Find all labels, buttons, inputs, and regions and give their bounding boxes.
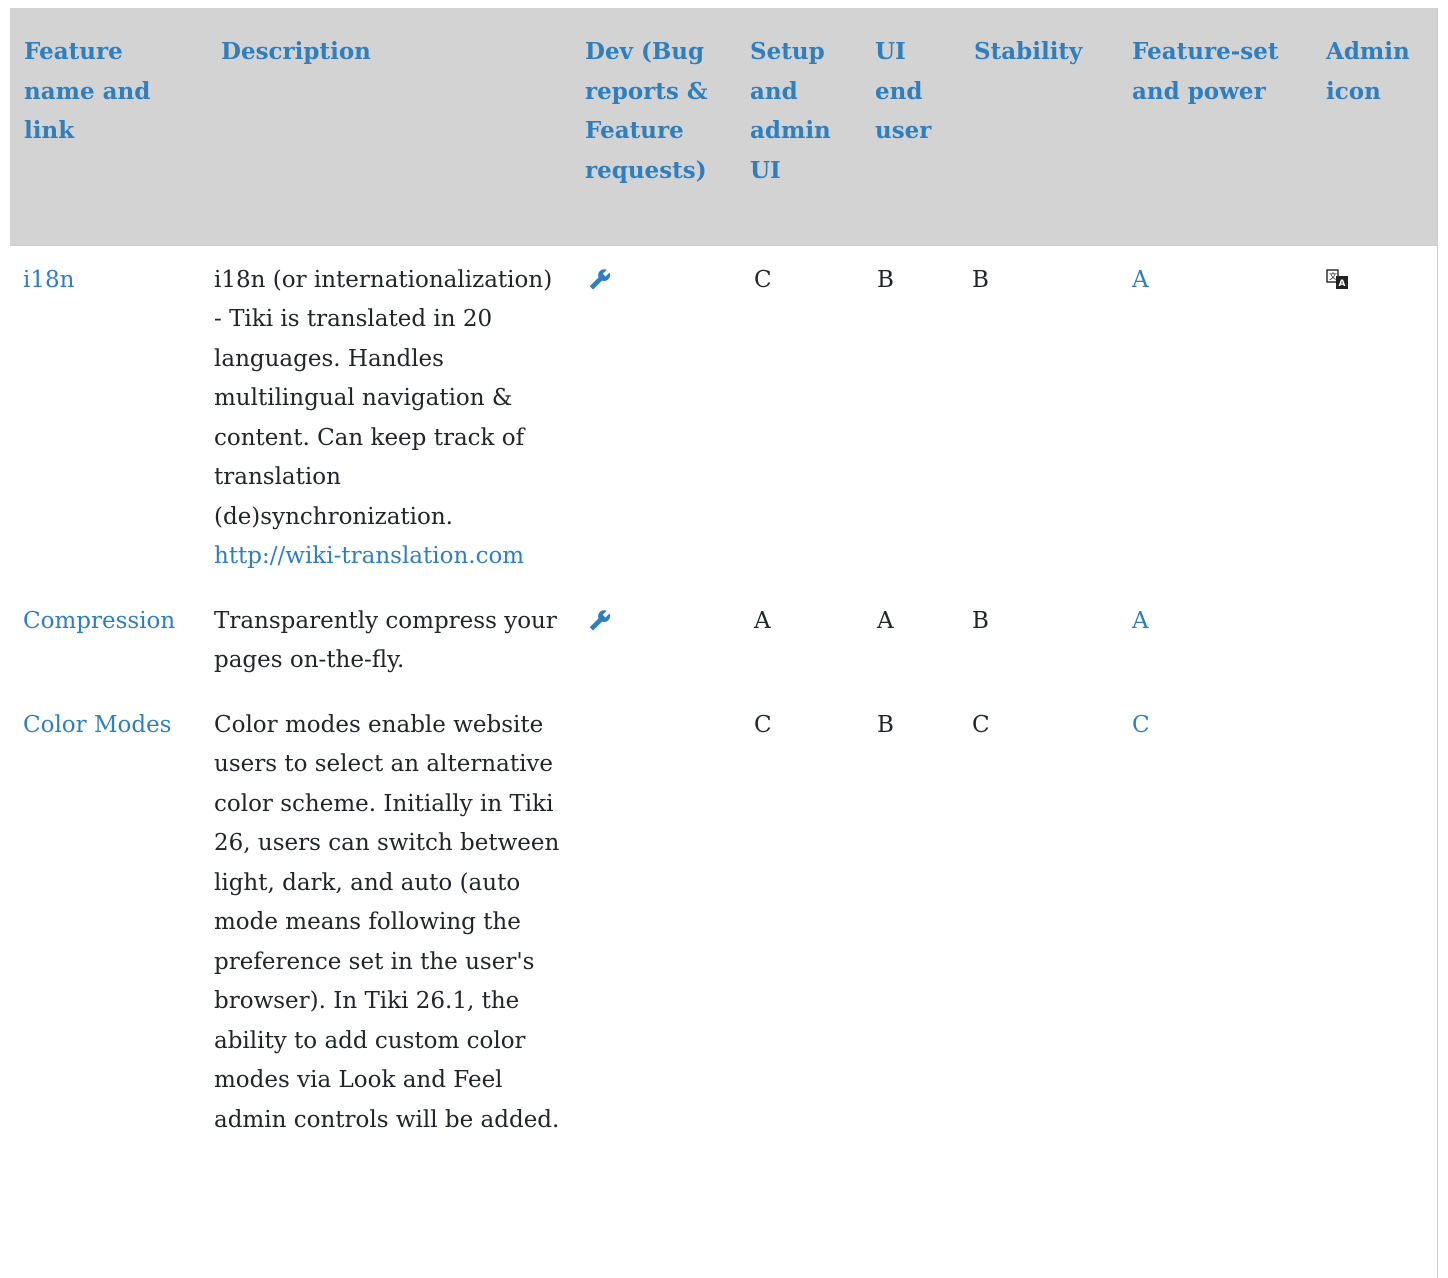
language-icon[interactable]: 文 A bbox=[1326, 268, 1429, 292]
header-stability[interactable]: Stability bbox=[966, 8, 1118, 246]
setup-rating: C bbox=[754, 266, 772, 293]
ui-end-user-rating: B bbox=[877, 266, 894, 293]
table-row: Color Modes Color modes enable website u… bbox=[10, 691, 1437, 1151]
table-row: Compression Transparently compress your … bbox=[10, 587, 1437, 691]
svg-text:A: A bbox=[1339, 279, 1346, 289]
stability-rating: C bbox=[972, 711, 990, 738]
feature-set-rating-link[interactable]: A bbox=[1132, 608, 1149, 634]
admin-icon-cell bbox=[1318, 691, 1437, 1151]
wrench-icon[interactable] bbox=[583, 268, 734, 290]
table-row: i18n i18n (or internationalization) - Ti… bbox=[10, 245, 1437, 587]
header-dev[interactable]: Dev (Bug reports & Feature requests) bbox=[575, 8, 742, 246]
wrench-icon[interactable] bbox=[583, 609, 734, 631]
ui-end-user-rating: A bbox=[877, 607, 894, 634]
header-admin-icon[interactable]: Admin icon bbox=[1318, 8, 1437, 246]
header-setup-admin-ui[interactable]: Setup and admin UI bbox=[742, 8, 867, 246]
ui-end-user-rating: B bbox=[877, 711, 894, 738]
feature-table-container: Feature name and link Description Dev (B… bbox=[10, 8, 1438, 1278]
stability-rating: B bbox=[972, 266, 989, 293]
dev-cell bbox=[575, 691, 742, 1151]
header-ui-end-user[interactable]: UI end user bbox=[867, 8, 966, 246]
setup-rating: A bbox=[754, 607, 771, 634]
feature-link-i18n[interactable]: i18n bbox=[23, 267, 74, 293]
svg-text:文: 文 bbox=[1329, 271, 1337, 281]
admin-icon-cell bbox=[1318, 587, 1437, 691]
feature-description: i18n (or internationalization) - Tiki is… bbox=[214, 266, 553, 530]
header-description[interactable]: Description bbox=[207, 8, 575, 246]
feature-link-compression[interactable]: Compression bbox=[23, 608, 175, 634]
table-header-row: Feature name and link Description Dev (B… bbox=[10, 8, 1437, 246]
setup-rating: C bbox=[754, 711, 772, 738]
feature-link-color-modes[interactable]: Color Modes bbox=[23, 712, 172, 738]
description-link[interactable]: http://wiki-translation.com bbox=[214, 543, 524, 569]
feature-description: Transparently compress your pages on-the… bbox=[214, 607, 557, 674]
feature-set-rating-link[interactable]: A bbox=[1132, 267, 1149, 293]
header-feature-set[interactable]: Feature-set and power bbox=[1118, 8, 1318, 246]
feature-table: Feature name and link Description Dev (B… bbox=[10, 8, 1437, 1150]
header-feature-name[interactable]: Feature name and link bbox=[10, 8, 207, 246]
feature-description: Color modes enable website users to sele… bbox=[214, 711, 560, 1133]
feature-set-rating-link[interactable]: C bbox=[1132, 712, 1150, 738]
stability-rating: B bbox=[972, 607, 989, 634]
